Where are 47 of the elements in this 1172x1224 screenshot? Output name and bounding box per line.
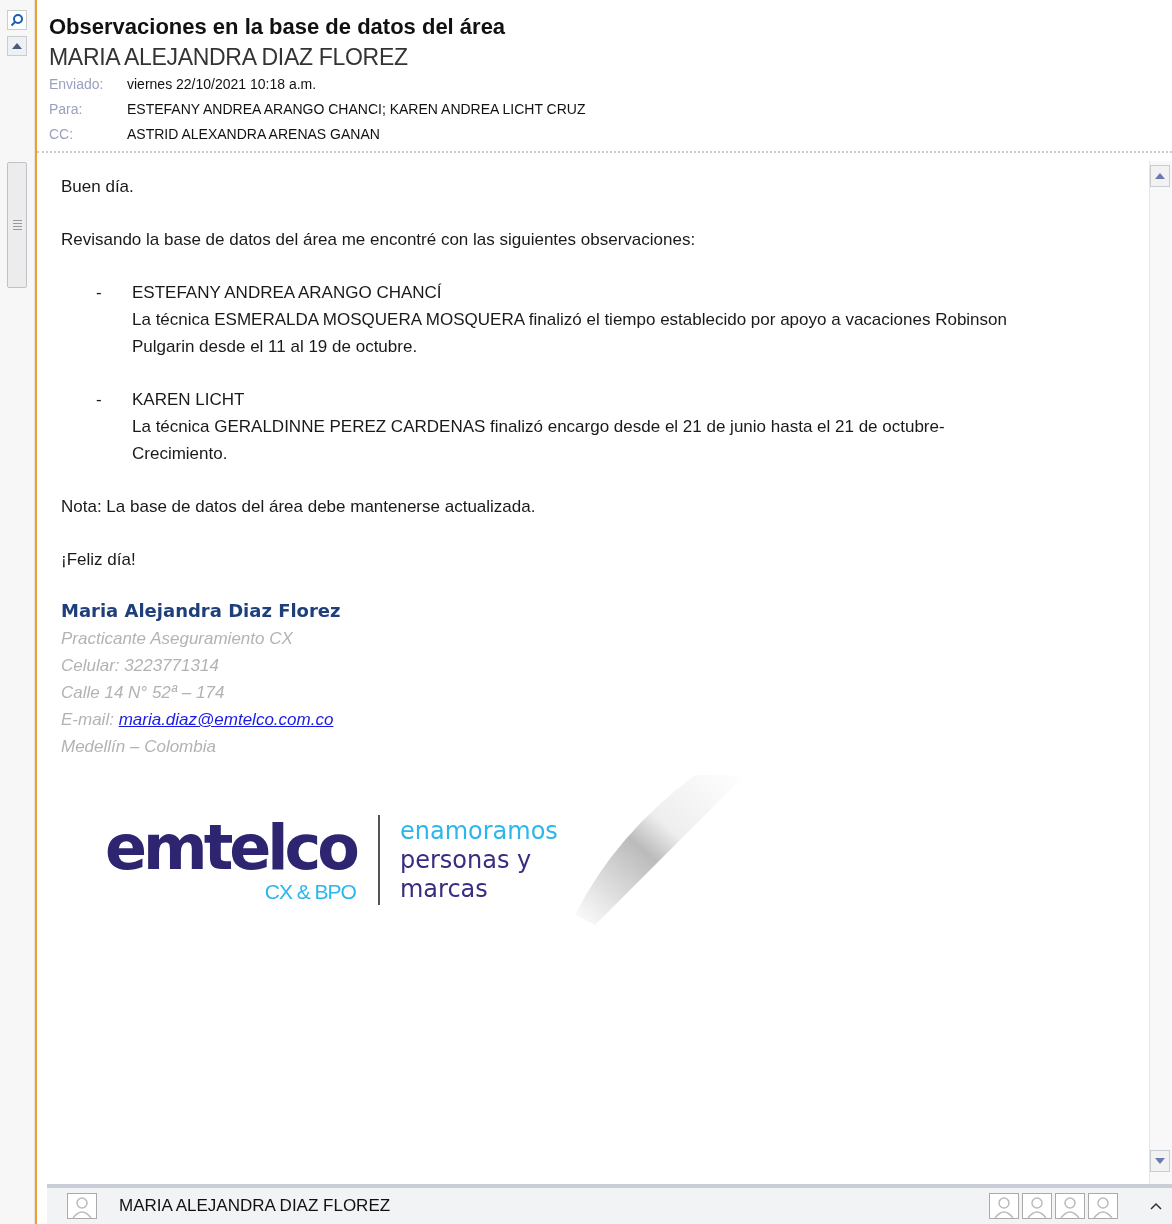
signature-text: Medellín – Colombia xyxy=(61,736,217,758)
header-label: Enviado: xyxy=(49,75,105,94)
slogan-text: enamoramos xyxy=(399,816,558,846)
signature-text: Practicante Aseguramiento CX xyxy=(61,628,294,650)
contact-photo-icon[interactable] xyxy=(1022,1193,1052,1219)
signature-name: Maria Alejandra Diaz Florez xyxy=(61,599,342,623)
header-value: ASTRID ALEXANDRA ARENAS GANAN xyxy=(127,125,380,144)
item-title: KAREN LICHT xyxy=(132,389,246,411)
search-icon xyxy=(10,13,24,27)
item-title: ESTEFANY ANDREA ARANGO CHANCÍ xyxy=(132,282,443,304)
item-text: La técnica ESMERALDA MOSQUERA MOSQUERA finalizó el tiempo establecido por apoyo a vacaciones Robinson Pulgarin desde el 11 al 19 de octubre. xyxy=(132,309,1008,358)
scroll-up-button[interactable] xyxy=(7,36,27,56)
scrollbar-thumb[interactable] xyxy=(7,162,27,288)
scroll-up-button[interactable] xyxy=(1150,165,1170,187)
search-button[interactable] xyxy=(7,10,27,30)
contact-photo-icon[interactable] xyxy=(989,1193,1019,1219)
slogan-text: personas y xyxy=(399,845,533,875)
email-link[interactable]: maria.diaz@emtelco.com.co xyxy=(118,710,334,729)
contact-photo-icon[interactable] xyxy=(1088,1193,1118,1219)
signature-text: Celular: 3223771314 xyxy=(61,655,220,677)
email-subject: Observaciones en la base de datos del área xyxy=(49,13,507,41)
header-label: CC: xyxy=(49,125,75,144)
contact-photo-icon[interactable] xyxy=(67,1193,97,1219)
scroll-down-button[interactable] xyxy=(1150,1150,1170,1172)
item-text: La técnica GERALDINNE PEREZ CARDENAS finalizó encargo desde el 21 de junio hasta el 21 de octubre-Crecimiento. xyxy=(132,416,946,465)
slogan-text: marcas xyxy=(399,874,489,904)
contact-photo-icon[interactable] xyxy=(1055,1193,1085,1219)
header-label: Para: xyxy=(49,100,84,119)
scrollbar[interactable] xyxy=(1149,161,1172,1184)
sender-name: MARIA ALEJANDRA DIAZ FLOREZ xyxy=(49,43,409,72)
logo-subtitle: CX & BPO xyxy=(264,880,356,904)
logo-wordmark: emtelco xyxy=(105,816,356,880)
bullet-mark: - xyxy=(96,282,103,304)
signature-text: Calle 14 N° 52ª – 174 xyxy=(61,682,226,704)
header-value: ESTEFANY ANDREA ARANGO CHANCI; KAREN ANDREA LICHT CRUZ xyxy=(127,100,586,119)
email-label: E-mail: xyxy=(61,710,114,729)
greeting-text: Buen día. xyxy=(61,176,135,198)
up-arrow-icon xyxy=(11,42,23,50)
bullet-mark: - xyxy=(96,389,103,411)
note-text: Nota: La base de datos del área debe mantenerse actualizada. xyxy=(61,496,537,518)
down-arrow-icon xyxy=(1154,1157,1166,1165)
closing-text: ¡Feliz día! xyxy=(61,549,137,571)
contact-name: MARIA ALEJANDRA DIAZ FLOREZ xyxy=(119,1196,392,1216)
caret-icon[interactable] xyxy=(1150,1202,1162,1210)
up-arrow-icon xyxy=(1154,172,1166,180)
header-value: viernes 22/10/2021 10:18 a.m. xyxy=(127,75,317,94)
body-text: Revisando la base de datos del área me encontré con las siguientes observaciones: xyxy=(61,229,697,251)
